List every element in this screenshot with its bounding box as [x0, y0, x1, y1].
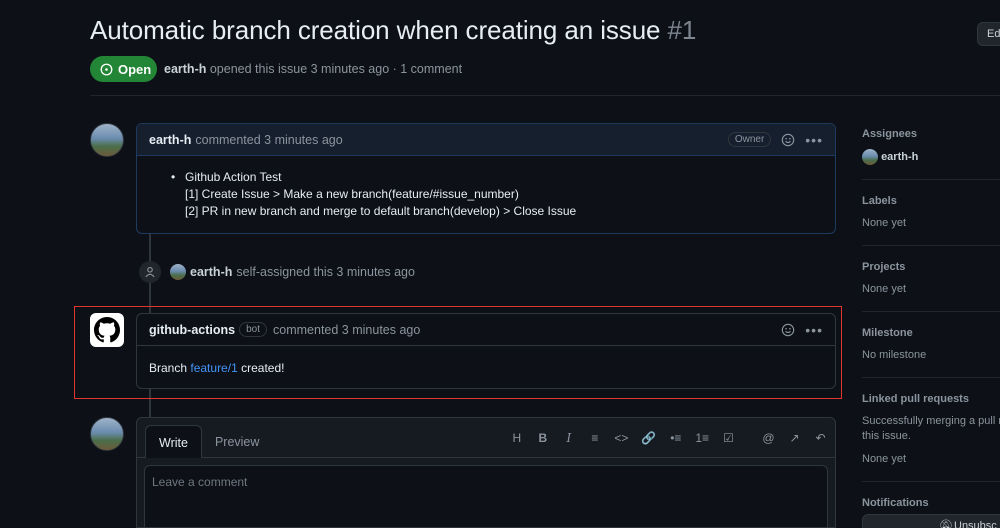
unsubscribe-button[interactable]: 🔕︎ Unsubsc — [862, 514, 1000, 528]
quote-icon[interactable]: ≡ — [588, 431, 601, 445]
reaction-smiley-icon[interactable] — [781, 323, 795, 337]
tab-preview[interactable]: Preview — [202, 425, 272, 457]
list-item: Github Action Test [1] Create Issue > Ma… — [185, 169, 823, 220]
unordered-list-icon[interactable]: •≡ — [669, 431, 682, 445]
linked-prs-desc-2: this issue. — [862, 430, 911, 442]
mention-icon[interactable]: @ — [762, 431, 775, 445]
comment-bot: github-actions bot commented 3 minutes a… — [136, 313, 836, 389]
linked-prs-value: None yet — [862, 453, 907, 465]
comment-text-suffix: created! — [241, 361, 285, 375]
milestone-section: Milestone No milestone — [862, 327, 1000, 378]
comment-textarea[interactable]: Leave a comment — [144, 465, 828, 527]
issue-title-text: Automatic branch creation when creating … — [90, 15, 661, 45]
edit-button[interactable]: Ed — [977, 22, 1000, 46]
projects-section: Projects None yet — [862, 261, 1000, 312]
assignee-item[interactable]: earth-h — [862, 149, 1000, 165]
linked-prs-section: Linked pull requests Successfully mergin… — [862, 393, 1000, 482]
event-actor-link[interactable]: earth-h — [190, 265, 232, 279]
projects-value: None yet — [862, 283, 907, 295]
issue-open-icon — [100, 63, 113, 75]
ordered-list-icon[interactable]: 1≡ — [695, 431, 709, 445]
comment-header: earth-h commented 3 minutes ago Owner ••… — [137, 124, 835, 156]
unsubscribe-label: Unsubsc — [954, 520, 997, 528]
labels-value: None yet — [862, 217, 907, 229]
bot-badge: bot — [239, 322, 268, 337]
status-label: Open — [118, 61, 152, 77]
status-badge: Open — [90, 56, 157, 82]
issue-meta-text: opened this issue 3 minutes ago · 1 comm… — [209, 62, 463, 76]
branch-link[interactable]: feature/1 — [190, 361, 237, 375]
projects-title[interactable]: Projects — [862, 261, 1000, 273]
assignees-title[interactable]: Assignees — [862, 128, 1000, 140]
list-item-line-1: [1] Create Issue > Make a new branch(fea… — [185, 187, 519, 201]
cross-reference-icon[interactable]: ↗ — [788, 431, 801, 445]
link-icon[interactable]: 🔗 — [641, 431, 656, 445]
saved-reply-icon[interactable]: ↶ — [814, 431, 827, 445]
assignee-name: earth-h — [881, 150, 919, 163]
bold-icon[interactable]: B — [536, 431, 549, 445]
italic-icon[interactable]: I — [562, 431, 575, 445]
list-item-line-2: [2] PR in new branch and merge to defaul… — [185, 204, 577, 218]
notifications-title: Notifications — [862, 497, 929, 509]
comment-body: Branch feature/1 created! — [137, 346, 835, 389]
timeline-event-assigned: earth-h self-assigned this 3 minutes ago — [139, 261, 415, 283]
issue-meta: earth-h opened this issue 3 minutes ago … — [164, 62, 462, 76]
comment-time[interactable]: commented 3 minutes ago — [195, 133, 342, 147]
kebab-menu-icon[interactable]: ••• — [805, 322, 823, 338]
labels-title[interactable]: Labels — [862, 195, 1000, 207]
heading-icon[interactable]: H — [510, 431, 523, 445]
comment-text: Branch — [149, 361, 188, 375]
issue-sidebar: Assignees earth-h Labels None yet Projec… — [862, 128, 1000, 518]
comment-time[interactable]: commented 3 minutes ago — [273, 323, 420, 337]
assignees-section: Assignees earth-h — [862, 128, 1000, 180]
comment-header: github-actions bot commented 3 minutes a… — [137, 314, 835, 346]
bell-slash-icon: 🔕︎ — [939, 520, 953, 528]
kebab-menu-icon[interactable]: ••• — [805, 132, 823, 148]
milestone-value: No milestone — [862, 349, 927, 361]
avatar — [862, 149, 878, 165]
comment-editor: Write Preview H B I ≡ <> 🔗 •≡ 1≡ ☑ @ ↗ ↶… — [136, 417, 836, 528]
owner-badge: Owner — [727, 132, 772, 147]
labels-section: Labels None yet — [862, 195, 1000, 246]
linked-prs-desc: Successfully merging a pull re — [862, 415, 1000, 427]
tab-write[interactable]: Write — [145, 425, 202, 458]
markdown-toolbar: H B I ≡ <> 🔗 •≡ 1≡ ☑ @ ↗ ↶ — [510, 431, 827, 445]
list-item-text: Github Action Test — [185, 170, 282, 184]
issue-author-link[interactable]: earth-h — [164, 62, 206, 76]
person-icon — [139, 261, 161, 283]
linked-prs-title[interactable]: Linked pull requests — [862, 393, 1000, 405]
issue-number: #1 — [667, 15, 697, 45]
header-divider — [90, 95, 1000, 96]
reaction-smiley-icon[interactable] — [781, 133, 795, 147]
editor-tabs: Write Preview H B I ≡ <> 🔗 •≡ 1≡ ☑ @ ↗ ↶ — [137, 418, 835, 458]
issue-title: Automatic branch creation when creating … — [90, 15, 696, 46]
avatar[interactable] — [170, 264, 186, 280]
comment-author-link[interactable]: github-actions — [149, 323, 235, 337]
milestone-title[interactable]: Milestone — [862, 327, 1000, 339]
comment-body: Github Action Test [1] Create Issue > Ma… — [137, 156, 835, 232]
github-logo-icon[interactable] — [90, 313, 124, 347]
task-list-icon[interactable]: ☑ — [722, 431, 735, 445]
avatar[interactable] — [90, 417, 124, 451]
comment-owner: earth-h commented 3 minutes ago Owner ••… — [136, 123, 836, 234]
avatar[interactable] — [90, 123, 124, 157]
comment-author-link[interactable]: earth-h — [149, 133, 191, 147]
code-icon[interactable]: <> — [614, 431, 628, 445]
event-text: self-assigned this 3 minutes ago — [236, 265, 415, 279]
